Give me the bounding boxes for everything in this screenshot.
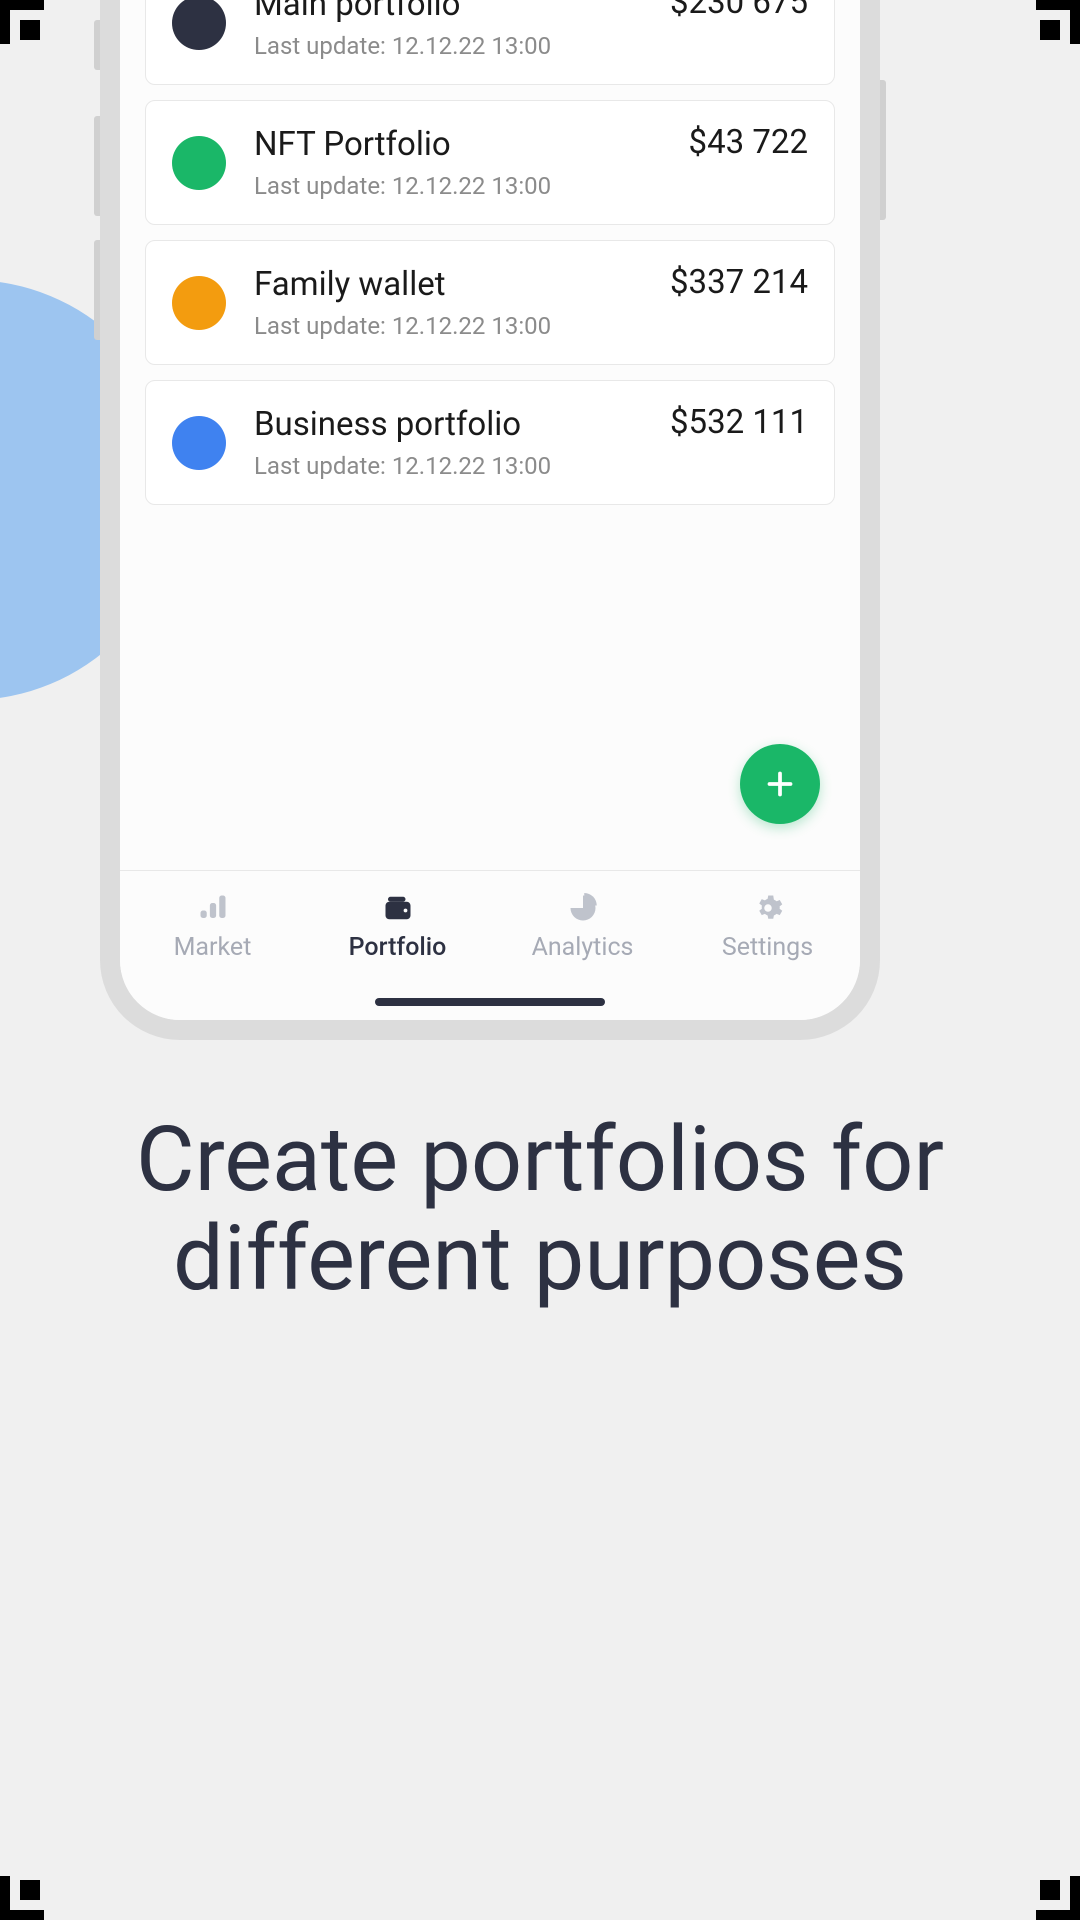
portfolio-name: NFT Portfolio	[254, 125, 661, 164]
portfolio-name: Family wallet	[254, 265, 642, 304]
portfolio-name: Main portfolio	[254, 0, 642, 24]
portfolio-update-label: Last update: 12.12.22 13:00	[254, 32, 642, 60]
gear-icon	[749, 893, 787, 923]
portfolio-value: $532 111	[670, 403, 808, 442]
tab-label: Portfolio	[349, 933, 447, 962]
portfolio-color-icon	[172, 136, 226, 190]
tab-analytics[interactable]: Analytics	[490, 893, 675, 962]
phone-side-button	[880, 80, 886, 220]
portfolio-name: Business portfolio	[254, 405, 642, 444]
tab-settings[interactable]: Settings	[675, 893, 860, 962]
add-portfolio-button[interactable]	[740, 744, 820, 824]
crop-mark	[1036, 0, 1080, 44]
portfolio-color-icon	[172, 416, 226, 470]
wallet-icon	[379, 893, 417, 923]
portfolio-value: $230 675	[670, 0, 808, 22]
phone-frame: Main portfolio Last update: 12.12.22 13:…	[100, 0, 880, 1040]
portfolio-card[interactable]: NFT Portfolio Last update: 12.12.22 13:0…	[145, 100, 835, 225]
portfolio-card[interactable]: Business portfolio Last update: 12.12.22…	[145, 380, 835, 505]
bar-chart-icon	[194, 893, 232, 923]
tab-market[interactable]: Market	[120, 893, 305, 962]
portfolio-value: $43 722	[689, 123, 808, 162]
phone-side-button	[94, 116, 100, 216]
marketing-headline: Create portfolios for different purposes	[0, 1110, 1080, 1308]
portfolio-value: $337 214	[670, 263, 808, 302]
tab-portfolio[interactable]: Portfolio	[305, 893, 490, 962]
portfolio-info: Main portfolio Last update: 12.12.22 13:…	[254, 0, 642, 60]
portfolio-card[interactable]: Family wallet Last update: 12.12.22 13:0…	[145, 240, 835, 365]
home-indicator[interactable]	[375, 998, 605, 1006]
portfolio-info: Business portfolio Last update: 12.12.22…	[254, 405, 642, 480]
phone-screen: Main portfolio Last update: 12.12.22 13:…	[120, 0, 860, 1020]
phone-side-button	[94, 20, 100, 70]
portfolio-update-label: Last update: 12.12.22 13:00	[254, 172, 661, 200]
portfolio-info: NFT Portfolio Last update: 12.12.22 13:0…	[254, 125, 661, 200]
portfolio-color-icon	[172, 0, 226, 50]
plus-icon	[762, 766, 798, 802]
portfolio-color-icon	[172, 276, 226, 330]
crop-mark	[1036, 1876, 1080, 1920]
pie-chart-icon	[564, 893, 602, 923]
tab-label: Settings	[722, 933, 813, 962]
portfolio-update-label: Last update: 12.12.22 13:00	[254, 452, 642, 480]
portfolio-info: Family wallet Last update: 12.12.22 13:0…	[254, 265, 642, 340]
crop-mark	[0, 0, 44, 44]
tab-label: Market	[174, 933, 252, 962]
phone-side-button	[94, 240, 100, 340]
portfolio-update-label: Last update: 12.12.22 13:00	[254, 312, 642, 340]
tab-label: Analytics	[532, 933, 634, 962]
portfolio-card[interactable]: Main portfolio Last update: 12.12.22 13:…	[145, 0, 835, 85]
portfolio-list: Main portfolio Last update: 12.12.22 13:…	[120, 0, 860, 870]
crop-mark	[0, 1876, 44, 1920]
